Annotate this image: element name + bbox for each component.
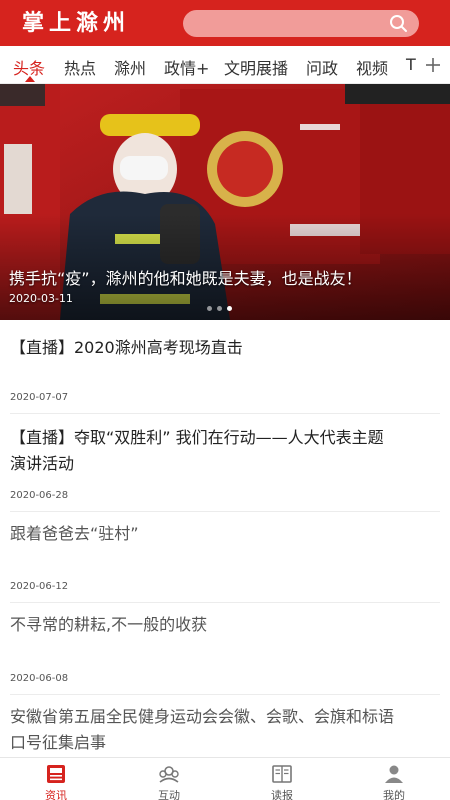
carousel-dot-2[interactable]	[217, 306, 222, 311]
tabs-more-button[interactable]	[420, 46, 450, 83]
tab-video[interactable]: 视频	[356, 55, 388, 79]
nav-item-mine[interactable]: 我的	[338, 758, 450, 800]
tab-inquiry[interactable]: 问政	[306, 55, 338, 79]
nav-label: 资讯	[45, 789, 67, 800]
banner-date: 2020-03-11	[9, 292, 73, 305]
nav-item-read-paper[interactable]: 读报	[226, 758, 338, 800]
nav-item-news[interactable]: 资讯	[0, 758, 112, 800]
news-item[interactable]: 【直播】2020滁州高考现场直击 2020-07-07	[10, 320, 440, 414]
nav-label: 我的	[383, 789, 405, 800]
community-icon	[159, 766, 179, 783]
tab-civilization[interactable]: 文明展播	[224, 55, 288, 79]
app-logo: 掌上滁州	[22, 10, 131, 36]
nav-label: 读报	[271, 789, 293, 800]
user-icon	[385, 765, 403, 783]
headline-banner[interactable]: 携手抗“疫”，滁州的他和她既是夫妻，也是战友！ 2020-03-11	[0, 84, 450, 320]
news-title-line-1: 安徽省第五届全民健身运动会会徽、会歌、会旗和标语	[10, 707, 395, 726]
banner-caption: 携手抗“疫”，滁州的他和她既是夫妻，也是战友！	[9, 269, 362, 288]
news-item[interactable]: 不寻常的耕耘,不一般的收获 2020-06-08	[10, 603, 440, 695]
bottom-navigation: 资讯 互动 读报 我的	[0, 757, 450, 800]
tab-hot[interactable]: 热点	[64, 55, 96, 79]
news-date: 2020-06-28	[10, 490, 69, 501]
news-item[interactable]: 跟着爸爸去“驻村” 2020-06-12	[10, 512, 440, 603]
tab-overflow[interactable]: T	[406, 55, 416, 74]
news-title: 不寻常的耕耘,不一般的收获	[10, 615, 208, 634]
news-title-line-1: 【直播】夺取“双胜利” 我们在行动——人大代表主题	[10, 428, 384, 447]
news-date: 2020-06-12	[10, 581, 69, 592]
news-title: 【直播】2020滁州高考现场直击	[10, 338, 243, 357]
plus-icon	[426, 58, 440, 72]
news-date: 2020-06-08	[10, 673, 69, 684]
news-item[interactable]: 安徽省第五届全民健身运动会会徽、会歌、会旗和标语 口号征集启事	[10, 695, 440, 757]
newspaper-book-icon	[272, 765, 292, 783]
search-input[interactable]	[183, 10, 419, 37]
tab-politics-plus[interactable]: 政情+	[164, 55, 209, 79]
category-tabs: 头条 热点 滁州 政情+ 文明展播 问政 视频 T	[0, 46, 450, 84]
nav-label: 互动	[158, 789, 180, 800]
news-icon	[47, 765, 65, 783]
nav-item-interact[interactable]: 互动	[113, 758, 225, 800]
news-title: 跟着爸爸去“驻村”	[10, 524, 139, 543]
search-icon[interactable]	[389, 14, 408, 33]
news-title-line-2: 演讲活动	[10, 454, 75, 473]
active-tab-indicator	[25, 76, 35, 82]
news-title-line-2: 口号征集启事	[10, 733, 107, 752]
app-header: 掌上滁州	[0, 0, 450, 46]
carousel-dot-3-active[interactable]	[227, 306, 232, 311]
news-item[interactable]: 【直播】夺取“双胜利” 我们在行动——人大代表主题 演讲活动 2020-06-2…	[10, 414, 440, 512]
news-date: 2020-07-07	[10, 392, 69, 403]
tab-chuzhou[interactable]: 滁州	[114, 55, 146, 79]
carousel-dot-1[interactable]	[207, 306, 212, 311]
